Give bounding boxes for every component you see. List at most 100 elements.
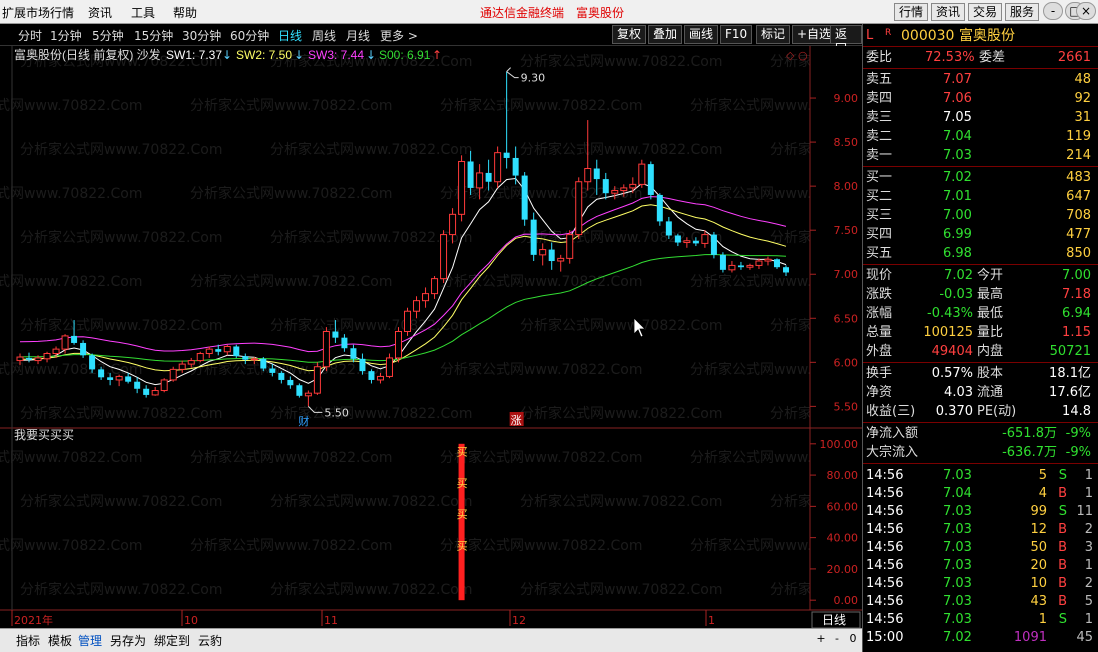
watermark-text: 分析家公式网www.70822.Com xyxy=(520,229,722,246)
price-tick-label: 6.00 xyxy=(834,356,859,369)
candle-body-up xyxy=(638,163,646,185)
buy-level-row[interactable]: 买四 6.99 477 xyxy=(863,225,1098,244)
tick-price: 7.03 xyxy=(943,540,972,555)
period-tab[interactable]: 15分钟 xyxy=(134,27,173,44)
watermark-text: 分析家公式网www.70822.Com xyxy=(440,361,642,378)
divider xyxy=(863,68,1098,69)
finance-label: PE(动) xyxy=(977,404,1017,419)
draw-button[interactable]: 画线 xyxy=(684,25,719,44)
tick-side: S xyxy=(1058,612,1067,627)
sell-level-row[interactable]: 卖一 7.03 214 xyxy=(863,146,1098,165)
menu-tools[interactable]: 工具 xyxy=(131,4,155,21)
tab-indicator[interactable]: 指标 xyxy=(16,632,40,649)
divider xyxy=(863,166,1098,167)
candle-body-up xyxy=(385,357,393,377)
sell-level-row[interactable]: 卖二 7.04 119 xyxy=(863,127,1098,146)
candle-body-down xyxy=(773,259,780,268)
period-tab[interactable]: 30分钟 xyxy=(182,27,221,44)
zoom-out-button[interactable]: - xyxy=(830,632,844,648)
f10-button[interactable]: F10 xyxy=(720,25,753,44)
fund-flow-pct: -9% xyxy=(1065,426,1091,441)
period-tab[interactable]: 月线 xyxy=(346,27,370,44)
buy-level-row[interactable]: 买五 6.98 850 xyxy=(863,244,1098,263)
quote-button[interactable]: 行情 xyxy=(894,3,929,21)
back-button[interactable]: 返回 xyxy=(830,25,862,56)
candle-body-down xyxy=(647,164,654,195)
finance-label: 流通 xyxy=(977,385,1004,400)
candle-body-up xyxy=(404,310,412,333)
watermark-text: 分析家公式网www.70822.Com xyxy=(0,185,142,202)
flag-r-icon: R xyxy=(885,28,892,38)
buy-signal-label: 买 xyxy=(457,477,468,490)
period-tab[interactable]: 分时 xyxy=(18,27,42,44)
watermark-text: 分析家公式网www.70822.Com xyxy=(190,449,392,466)
period-tab[interactable]: 1分钟 xyxy=(50,27,82,44)
finance-event-marker[interactable]: 财 xyxy=(298,414,309,428)
watermark-text: 分析家公式网www.70822.Com xyxy=(0,361,142,378)
stat-value: 50721 xyxy=(1049,344,1091,359)
trade-button[interactable]: 交易 xyxy=(968,3,1003,21)
sell-level-row[interactable]: 卖五 7.07 48 xyxy=(863,70,1098,89)
zoom-in-button[interactable]: + xyxy=(814,632,828,648)
close-icon[interactable]: × xyxy=(1076,2,1096,20)
candle-body-up xyxy=(250,358,258,361)
sell-level-row[interactable]: 卖四 7.06 92 xyxy=(863,89,1098,108)
candle-body-up xyxy=(187,360,195,365)
sell-level-volume: 48 xyxy=(1074,72,1091,87)
buy-level-row[interactable]: 买二 7.01 647 xyxy=(863,187,1098,206)
tab-manage[interactable]: 管理 xyxy=(78,632,102,649)
tab-cloud[interactable]: 云豹 xyxy=(198,632,222,649)
stat-label: 今开 xyxy=(977,268,1004,283)
sell-level-row[interactable]: 卖三 7.05 31 xyxy=(863,108,1098,127)
mark-button[interactable]: 标记 xyxy=(756,25,791,44)
pin-icon[interactable]: ○ xyxy=(798,49,808,62)
minimize-icon[interactable]: - xyxy=(1043,2,1063,20)
finance-value: 4.03 xyxy=(944,385,973,400)
buy-level-row[interactable]: 买三 7.00 708 xyxy=(863,206,1098,225)
tab-bind[interactable]: 绑定到 xyxy=(154,632,190,649)
info-button[interactable]: 资讯 xyxy=(931,3,966,21)
candle-body-down xyxy=(287,379,294,386)
period-tab-active[interactable]: 日线 xyxy=(278,27,302,44)
sell-level-price: 7.07 xyxy=(943,72,972,87)
candle-body-down xyxy=(656,194,663,222)
quote-panel: L R 000030 富奥股份 委比 72.53% 委差 2661 卖五 7.07 48 卖四… xyxy=(862,24,1098,652)
finance-row: 收益(三) 0.370 PE(动) 14.8 xyxy=(863,402,1098,421)
tick-row: 15:00 7.02 1091 45 xyxy=(863,629,1098,647)
stock-title: 富奥股份 xyxy=(576,6,625,20)
indicator-tick-label: 0.00 xyxy=(834,594,859,607)
watermark-text: 分析家公式网www.70822.Com xyxy=(20,141,222,158)
stats-row: 现价 7.02 今开 7.00 xyxy=(863,266,1098,285)
candle-body-up xyxy=(755,260,763,266)
tab-save-as[interactable]: 另存为 xyxy=(110,632,146,649)
period-tab[interactable]: 周线 xyxy=(312,27,336,44)
menu-news[interactable]: 资讯 xyxy=(88,4,112,21)
price-tick-label: 5.50 xyxy=(834,400,859,413)
period-tab-more[interactable]: 更多 > xyxy=(380,27,418,44)
tab-template[interactable]: 模板 xyxy=(48,632,72,649)
adjust-button[interactable]: 复权 xyxy=(612,25,647,44)
indicator-tick-label: 60.00 xyxy=(827,500,859,513)
candle-body-down xyxy=(233,346,240,357)
overlay-button[interactable]: 叠加 xyxy=(648,25,683,44)
period-tab[interactable]: 60分钟 xyxy=(230,27,269,44)
tick-volume: 20 xyxy=(1030,558,1047,573)
period-tab[interactable]: 5分钟 xyxy=(92,27,124,44)
menu-extended-market[interactable]: 扩展市场行情 xyxy=(2,4,74,21)
reset-button[interactable]: 0 xyxy=(846,632,860,648)
diamond-icon[interactable]: ◇ xyxy=(786,49,795,62)
candle-body-up xyxy=(476,172,484,189)
stat-label: 总量 xyxy=(866,325,893,340)
tick-row: 14:56 7.03 12 B 2 xyxy=(863,521,1098,539)
tick-price: 7.02 xyxy=(943,630,972,645)
buy-level-volume: 483 xyxy=(1066,170,1091,185)
candle-body-up xyxy=(566,234,574,259)
buy-level-row[interactable]: 买一 7.02 483 xyxy=(863,168,1098,187)
kline-chart[interactable]: 分析家公式网www.70822.Com 分析家公式网www.70822.Com 分析… xyxy=(0,46,862,628)
limit-up-marker[interactable]: 涨 xyxy=(511,414,522,427)
candle-body-down xyxy=(737,265,744,268)
menu-help[interactable]: 帮助 xyxy=(173,4,197,21)
price-tick-label: 8.50 xyxy=(834,136,859,149)
candle-body-down xyxy=(26,357,33,360)
service-button[interactable]: 服务 xyxy=(1005,3,1040,21)
